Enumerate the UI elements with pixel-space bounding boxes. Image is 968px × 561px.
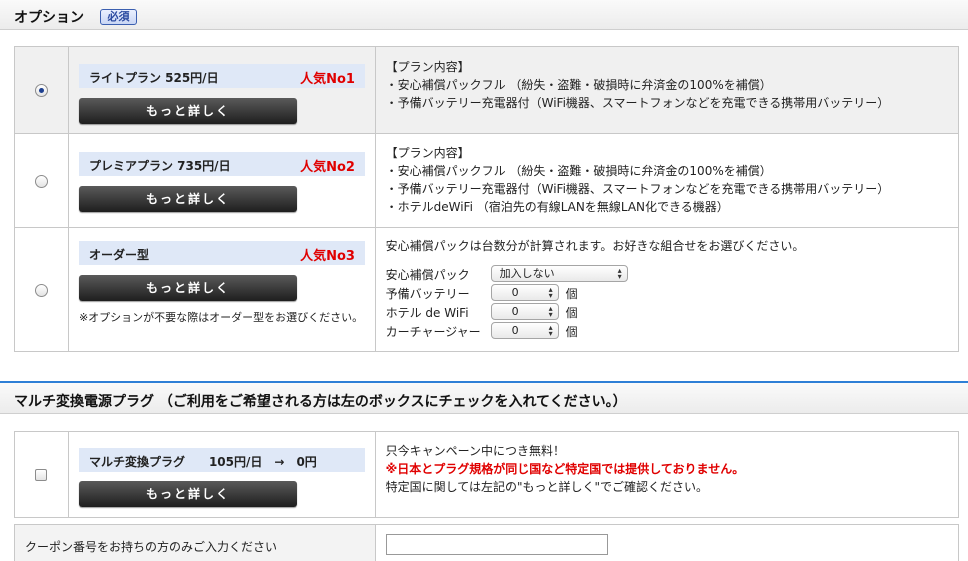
required-badge: 必須 [100,9,137,25]
field-label: ホテル de WiFi [385,306,469,320]
unit-label: 個 [565,287,578,301]
plan-details: 【プラン内容】 ・安心補償パックフル （紛失・盗難・破損時に弁済金の100%を補… [386,58,890,112]
coupon-input[interactable] [386,534,608,555]
plug-checkbox[interactable] [35,469,48,481]
plan-radio-cell[interactable] [14,133,69,228]
coupon-label: クーポン番号をお持ちの方のみご入力ください [25,540,278,554]
select-value: 0 [511,324,519,337]
plan-rank: 人気No2 [300,160,355,175]
plug-section-title: マルチ変換電源プラグ （ご利用をご希望される方は左のボックスにチェックを入れてく… [14,394,627,410]
field-label: 予備バッテリー [385,287,470,301]
plan-title-bar: オーダー型 人気No3 [78,241,365,265]
plan-options-table: ライトプラン 525円/日 人気No1 もっと詳しく 【プラン内容】 ・安心補償… [14,46,960,352]
plan-details-line: 【プラン内容】 [385,146,470,160]
plan-details-line: ・ホテルdeWiFi （宿泊先の有線LANを無線LAN化できる機器） [385,200,729,214]
plan-name: プレミアプラン 735円/日 [88,159,231,173]
plan-rank: 人気No1 [300,72,355,87]
info-text: 特定国に関しては左記の"もっと詳しく"でご確認ください。 [385,480,709,494]
order-intro: 安心補償パックは台数分が計算されます。お好きな組合せをお選びください。 [385,239,805,253]
unit-label: 個 [565,306,578,320]
field-label: カーチャージャー [385,325,481,339]
field-row-hotel-wifi: ホテル de WiFi 0 ▴ ▾ 個 [386,303,946,321]
plan-details-cell: 【プラン内容】 ・安心補償パックフル （紛失・盗難・破損時に弁済金の100%を補… [374,46,960,134]
select-arrow-icon: ▴ ▾ [548,304,553,319]
coupon-row: クーポン番号をお持ちの方のみご入力ください [14,524,959,561]
select-value: 0 [511,286,519,299]
plan-name: オーダー型 [88,248,149,262]
plan-title-bar: ライトプラン 525円/日 人気No1 [78,64,365,88]
select-arrow-icon: ▴ ▾ [548,285,553,300]
plan-radio-premium[interactable] [34,174,48,188]
select-value: 0 [511,305,519,318]
more-details-button[interactable]: もっと詳しく [78,186,297,212]
plan-rank: 人気No3 [300,249,355,264]
more-details-button[interactable]: もっと詳しく [78,481,297,507]
plan-details-line: 【プラン内容】 [385,60,470,74]
warning-text: ※日本とプラグ規格が同じ国など特定国では提供しておりません。 [385,462,745,476]
plan-details-cell: 安心補償パックは台数分が計算されます。お好きな組合せをお選びください。 安心補償… [374,227,960,352]
plug-row[interactable]: マルチ変換プラグ 105円/日 → 0円 もっと詳しく 只今キャンペーン中につき… [14,431,960,518]
insurance-select[interactable]: 加入しない ▴ ▾ [490,265,628,282]
plan-details: 【プラン内容】 ・安心補償パックフル （紛失・盗難・破損時に弁済金の100%を補… [386,144,890,216]
plan-row-order[interactable]: オーダー型 人気No3 もっと詳しく ※オプションが不要な際はオーダー型をお選び… [14,227,960,352]
plug-name: マルチ変換プラグ 105円/日 → 0円 [88,455,317,469]
plan-radio-light[interactable] [34,84,48,97]
plan-radio-cell[interactable] [14,227,69,352]
select-arrow-icon: ▴ ▾ [617,266,622,281]
plug-check-cell[interactable] [14,431,69,518]
plan-row-light[interactable]: ライトプラン 525円/日 人気No1 もっと詳しく 【プラン内容】 ・安心補償… [14,46,960,134]
plan-info-cell: プレミアプラン 735円/日 人気No2 もっと詳しく [67,133,376,228]
plan-info-cell: オーダー型 人気No3 もっと詳しく ※オプションが不要な際はオーダー型をお選び… [67,227,376,352]
plan-details-line: ・予備バッテリー充電器付（WiFi機器、スマートフォンなどを充電できる携帯用バッ… [385,96,890,110]
plan-row-premium[interactable]: プレミアプラン 735円/日 人気No2 もっと詳しく 【プラン内容】 ・安心補… [14,133,960,228]
field-row-car-charger: カーチャージャー 0 ▴ ▾ 個 [386,322,946,340]
coupon-label-cell: クーポン番号をお持ちの方のみご入力ください [15,525,376,561]
plug-title-bar: マルチ変換プラグ 105円/日 → 0円 [78,448,365,472]
plan-name: ライトプラン 525円/日 [88,71,219,85]
plan-radio-cell[interactable] [14,46,69,134]
order-note: ※オプションが不要な際はオーダー型をお選びください。 [78,311,364,324]
options-section-header: オプション 必須 [0,0,968,30]
plan-title-bar: プレミアプラン 735円/日 人気No2 [78,152,365,176]
plug-option-table: マルチ変換プラグ 105円/日 → 0円 もっと詳しく 只今キャンペーン中につき… [14,431,960,518]
field-label: 安心補償パック [385,268,470,282]
field-row-insurance: 安心補償パック 加入しない ▴ ▾ [386,265,946,283]
plug-section-header: マルチ変換電源プラグ （ご利用をご希望される方は左のボックスにチェックを入れてく… [0,381,968,414]
plug-info-cell: マルチ変換プラグ 105円/日 → 0円 もっと詳しく [67,431,376,518]
plug-details-cell: 只今キャンペーン中につき無料！ ※日本とプラグ規格が同じ国など特定国では提供して… [374,431,960,518]
plan-radio-order[interactable] [34,283,48,297]
plan-details-cell: 【プラン内容】 ・安心補償パックフル （紛失・盗難・破損時に弁済金の100%を補… [374,133,960,228]
plan-details-line: ・安心補償パックフル （紛失・盗難・破損時に弁済金の100%を補償） [385,164,772,178]
options-section-title: オプション [14,10,84,26]
hotel-wifi-select[interactable]: 0 ▴ ▾ [490,303,559,320]
field-row-battery: 予備バッテリー 0 ▴ ▾ 個 [386,284,946,302]
battery-select[interactable]: 0 ▴ ▾ [490,284,559,301]
more-details-button[interactable]: もっと詳しく [78,98,297,124]
campaign-text: 只今キャンペーン中につき無料！ [385,444,566,458]
plan-details-line: ・安心補償パックフル （紛失・盗難・破損時に弁済金の100%を補償） [385,78,772,92]
select-arrow-icon: ▴ ▾ [548,323,553,338]
more-details-button[interactable]: もっと詳しく [78,275,297,301]
plan-info-cell: ライトプラン 525円/日 人気No1 もっと詳しく [67,46,376,134]
car-charger-select[interactable]: 0 ▴ ▾ [490,322,559,339]
plan-details-line: ・予備バッテリー充電器付（WiFi機器、スマートフォンなどを充電できる携帯用バッ… [385,182,890,196]
plug-details: 只今キャンペーン中につき無料！ ※日本とプラグ規格が同じ国など特定国では提供して… [386,442,745,496]
select-value: 加入しない [499,267,555,280]
unit-label: 個 [565,325,578,339]
